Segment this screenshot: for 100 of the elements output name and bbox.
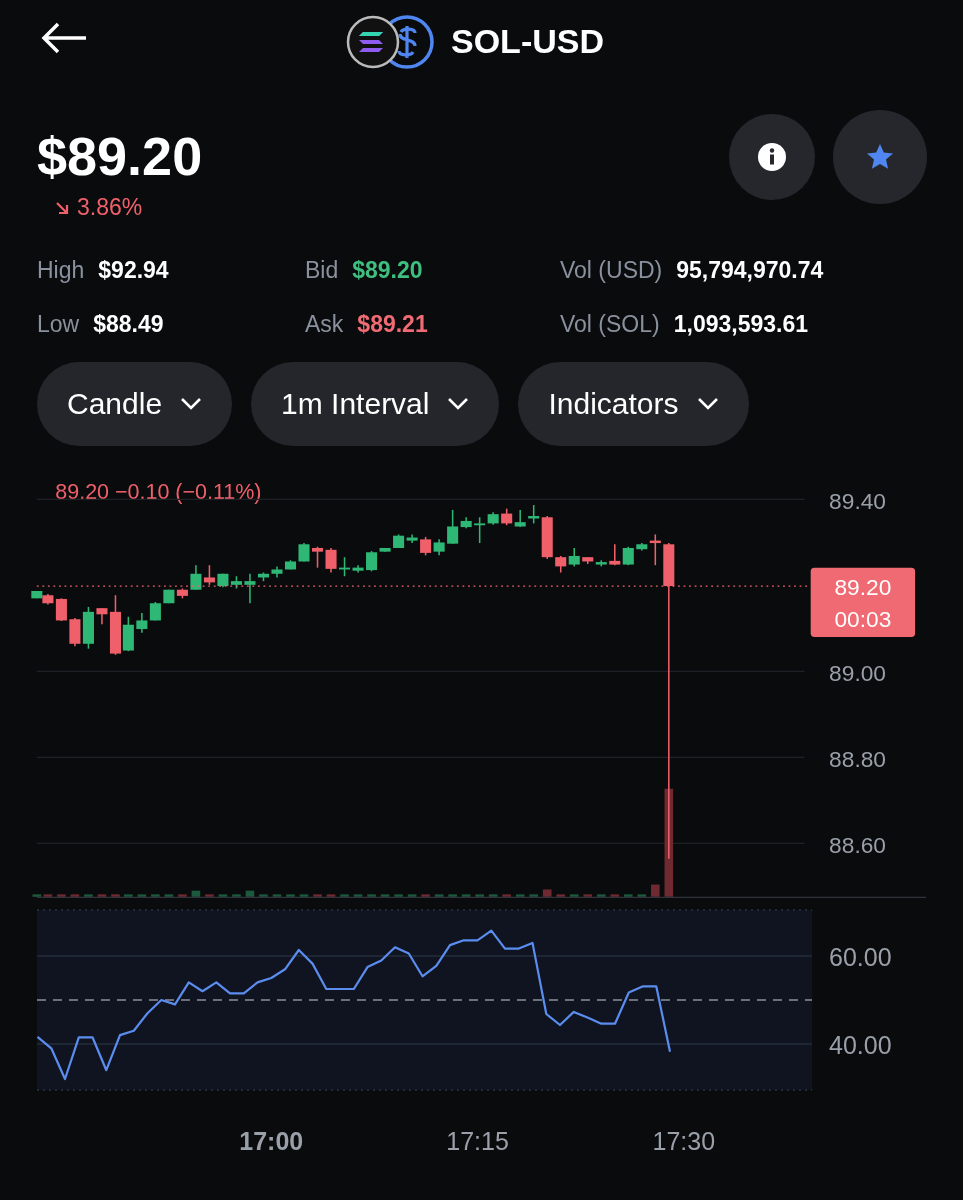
volume-bar [164,894,174,897]
price-axis-label: 89.00 [829,660,886,687]
volume-bar [394,894,403,897]
volume-bar [218,894,228,897]
volume-bar [624,894,633,897]
candle [163,588,175,604]
volume-bar [461,894,471,897]
candle [609,543,621,566]
time-axis-label: 17:30 [652,1127,716,1155]
price-axis-label: 88.60 [829,832,886,859]
candle [420,536,432,557]
volume-bar [84,894,93,897]
volume-bar [70,894,80,897]
candle [555,555,567,574]
volume-bar [124,894,133,897]
volume-bar [367,894,376,897]
candle [284,559,296,571]
dropdown-button[interactable]: 1m Interval [251,362,500,446]
candle [136,612,148,634]
candle [203,564,215,586]
pair-title: SOL-USD [451,22,604,61]
candle [433,538,445,557]
candle [31,590,43,600]
volume-bar [610,894,620,897]
stat-label: Bid [305,256,339,284]
volume-bar [272,894,282,897]
volume-bar [259,894,268,897]
dropdown-button[interactable]: Indicators [518,362,749,446]
volume-bar [488,894,498,897]
time-axis-label: 17:15 [446,1127,509,1155]
back-arrow-icon[interactable] [40,22,88,54]
volume-bar [151,894,160,897]
candle [622,545,634,566]
chevron-down-icon [180,397,203,411]
candle [217,573,229,589]
volume-bar [137,894,147,897]
volume-bar [191,890,201,897]
change-percent: 3.86% [77,194,143,221]
candle [190,564,202,591]
volume-bar [475,894,484,897]
volume-bar [232,894,241,897]
volume-bar [637,894,647,897]
volume-bar [380,894,390,897]
stat-value: $88.49 [93,310,164,338]
price-legend: 89.20 −0.10 (−0.11%) [55,480,262,505]
candle [271,565,283,579]
volume-bar [448,894,457,897]
volume-bar [651,884,660,897]
candle [568,547,580,568]
price-tag: 89.20 00:03 [810,567,916,637]
rsi-axis-label: 60.00 [829,943,892,972]
candle [325,547,337,574]
candle [312,545,324,569]
stat-value: $92.94 [98,256,169,284]
volume-bar [596,894,606,897]
volume-bar [542,889,552,897]
volume-bar [556,894,566,897]
coin-pair-icon [345,13,437,70]
candle [595,559,607,568]
price-axis-label: 89.40 [829,488,886,515]
volume-bar [502,894,511,897]
stat-label: Low [37,310,80,338]
price-axis-label: 88.80 [829,746,886,773]
stat-label: Ask [305,310,344,338]
stat-label: Vol (USD) [560,256,663,284]
volume-bar [178,894,187,897]
stat-value: 95,794,970.74 [676,256,824,284]
current-price: $89.20 [37,125,203,188]
volume-bar [407,894,417,897]
candle [230,575,242,590]
candle [514,509,526,528]
candle [298,542,310,563]
time-axis-label: 17:00 [239,1127,304,1155]
volume-bar [313,894,322,897]
volume-bar [421,894,430,897]
volume-bar [434,894,444,897]
candle [582,556,594,565]
rsi-axis-label: 40.00 [829,1030,892,1059]
stat-label: High [37,256,85,284]
chevron-down-icon [696,397,719,411]
candle [149,601,161,622]
volume-bar [340,894,349,897]
chevron-down-icon [447,397,470,411]
volume-bar [111,894,120,897]
volume-bar [97,894,107,897]
volume-bar [205,894,214,897]
candle [176,587,188,600]
info-icon [757,142,787,172]
volume-bar [529,894,538,897]
volume-bar [57,894,66,897]
dropdown-button[interactable]: Candle [37,362,233,446]
volume-bar [326,894,336,897]
stat-label: Vol (SOL) [560,310,660,338]
volume-bar [299,894,309,897]
volume-bar [353,894,363,897]
stat-value: 1,093,593.61 [673,310,808,338]
stat-value: $89.21 [357,310,428,338]
volume-bar [515,894,525,897]
volume-bar [286,894,295,897]
candle [501,507,513,526]
